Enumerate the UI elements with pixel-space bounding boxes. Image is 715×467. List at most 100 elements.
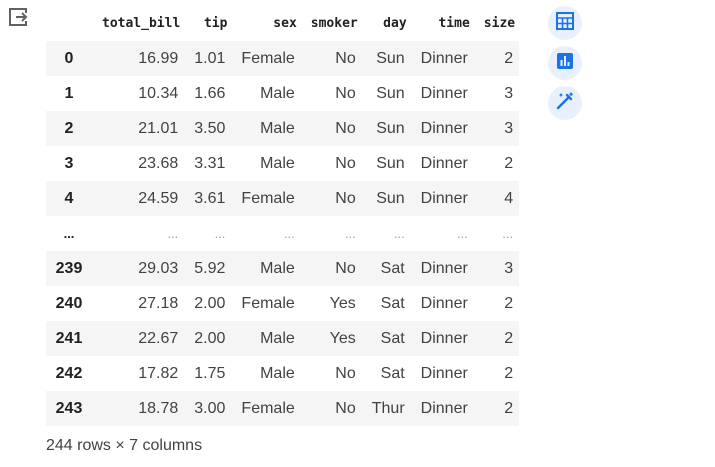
table-cell: 2.00	[194, 294, 226, 312]
dataframe-table: total_bill tip sex smoker day time size …	[46, 6, 520, 426]
table-cell: Dinner	[420, 154, 468, 172]
table-cell: 3.61	[184, 181, 232, 216]
table-cell: Sat	[380, 364, 405, 382]
table-row: 1 10.34 1.66 Male No Sun Dinner 3	[46, 76, 519, 111]
table-cell: No	[335, 364, 356, 382]
table-cell: 16.99	[92, 41, 185, 76]
table-cell: Dinner	[410, 41, 474, 76]
table-cell: 2	[504, 154, 514, 172]
row-column-summary: 244 rows × 7 columns	[46, 437, 203, 454]
table-cell: 1.66	[194, 84, 226, 102]
table-cell: 27.18	[138, 294, 179, 312]
table-cell: 3.31	[194, 154, 226, 172]
open-output-icon[interactable]	[7, 6, 29, 28]
table-cell: 10.34	[138, 84, 179, 102]
table-cell: Dinner	[410, 391, 474, 426]
table-cell: Dinner	[410, 251, 474, 286]
table-cell: ...	[502, 226, 514, 241]
table-row: 3 23.68 3.31 Male No Sun Dinner 2	[46, 146, 519, 181]
table-cell: 2	[504, 294, 514, 312]
table-cell: 18.78	[92, 391, 185, 426]
table-row: 242 17.82 1.75 Male No Sat Dinner 2	[46, 356, 519, 391]
row-index: 4	[46, 181, 92, 216]
table-cell: Sat	[380, 294, 405, 312]
table-header-row: total_bill tip sex smoker day time size	[46, 6, 519, 41]
table-cell: Yes	[300, 321, 362, 356]
table-cell: ...	[167, 226, 179, 241]
table-icon	[555, 11, 575, 36]
table-cell: Thur	[361, 391, 411, 426]
table-cell: Dinner	[410, 111, 474, 146]
row-index: 241	[46, 321, 92, 356]
table-cell: 2	[504, 364, 514, 382]
generate-code-button[interactable]	[548, 86, 582, 120]
table-row: 243 18.78 3.00 Female No Thur Dinner 2	[46, 391, 520, 426]
suggest-charts-button[interactable]	[548, 46, 582, 80]
table-cell: No	[300, 391, 362, 426]
table-row: 240 27.18 2.00 Female Yes Sat Dinner 2	[46, 286, 519, 321]
ellipsis-row: ........................	[46, 216, 519, 251]
column-header: day	[383, 16, 407, 31]
table-cell: 22.67	[92, 321, 185, 356]
table-cell: Dinner	[420, 294, 468, 312]
table-cell: Sat	[361, 251, 411, 286]
table-cell: Male	[231, 111, 301, 146]
table-cell: ...	[214, 226, 226, 241]
row-index: 2	[46, 111, 92, 146]
table-cell: Sun	[376, 154, 405, 172]
table-cell: Sun	[361, 111, 411, 146]
table-cell: Dinner	[420, 364, 468, 382]
column-header: time	[438, 16, 470, 31]
table-cell: 3	[473, 111, 520, 146]
table-row: 4 24.59 3.61 Female No Sun Dinner 4	[46, 181, 520, 216]
magic-wand-icon	[555, 91, 575, 116]
row-index: 0	[46, 41, 92, 76]
row-index: 239	[46, 251, 92, 286]
table-cell: 24.59	[92, 181, 185, 216]
table-cell: No	[300, 181, 362, 216]
table-cell: 3	[473, 251, 520, 286]
row-index: 242	[55, 364, 83, 382]
table-cell: Female	[231, 41, 301, 76]
table-cell: 4	[473, 181, 520, 216]
table-cell: 5.92	[184, 251, 232, 286]
table-cell: 21.01	[92, 111, 185, 146]
table-row: 239 29.03 5.92 Male No Sat Dinner 3	[46, 251, 520, 286]
row-index: 3	[64, 154, 74, 172]
table-cell: 3.50	[184, 111, 232, 146]
table-cell: 3.00	[184, 391, 232, 426]
row-index: ...	[63, 226, 75, 241]
row-index: 243	[46, 391, 92, 426]
table-cell: ...	[393, 226, 405, 241]
column-header: sex	[273, 16, 297, 31]
table-cell: 2.00	[184, 321, 232, 356]
table-cell: No	[300, 251, 362, 286]
table-row: 0 16.99 1.01 Female No Sun Dinner 2	[46, 41, 520, 76]
table-row: 2 21.01 3.50 Male No Sun Dinner 3	[46, 111, 520, 146]
table-cell: Female	[231, 181, 301, 216]
table-cell: Dinner	[410, 181, 474, 216]
table-cell: Dinner	[410, 321, 474, 356]
row-index: 240	[55, 294, 83, 312]
table-cell: ...	[456, 226, 468, 241]
table-cell: Male	[231, 321, 301, 356]
table-cell: No	[300, 41, 362, 76]
table-cell: 17.82	[138, 364, 179, 382]
table-cell: 1.01	[184, 41, 232, 76]
table-cell: No	[335, 84, 356, 102]
convert-to-interactive-table-button[interactable]	[548, 6, 582, 40]
column-header: total_bill	[102, 16, 181, 31]
table-cell: 23.68	[138, 154, 179, 172]
table-cell: ...	[283, 226, 295, 241]
table-cell: Sun	[361, 41, 411, 76]
column-header: tip	[203, 16, 228, 31]
table-cell: ...	[344, 226, 356, 241]
table-cell: Dinner	[420, 84, 468, 102]
row-index: 1	[64, 84, 74, 102]
table-cell: 2	[473, 391, 520, 426]
column-header: smoker	[310, 16, 358, 31]
table-cell: Male	[231, 251, 301, 286]
column-header: size	[483, 16, 516, 31]
table-cell: Male	[260, 154, 295, 172]
table-cell: Yes	[329, 294, 356, 312]
